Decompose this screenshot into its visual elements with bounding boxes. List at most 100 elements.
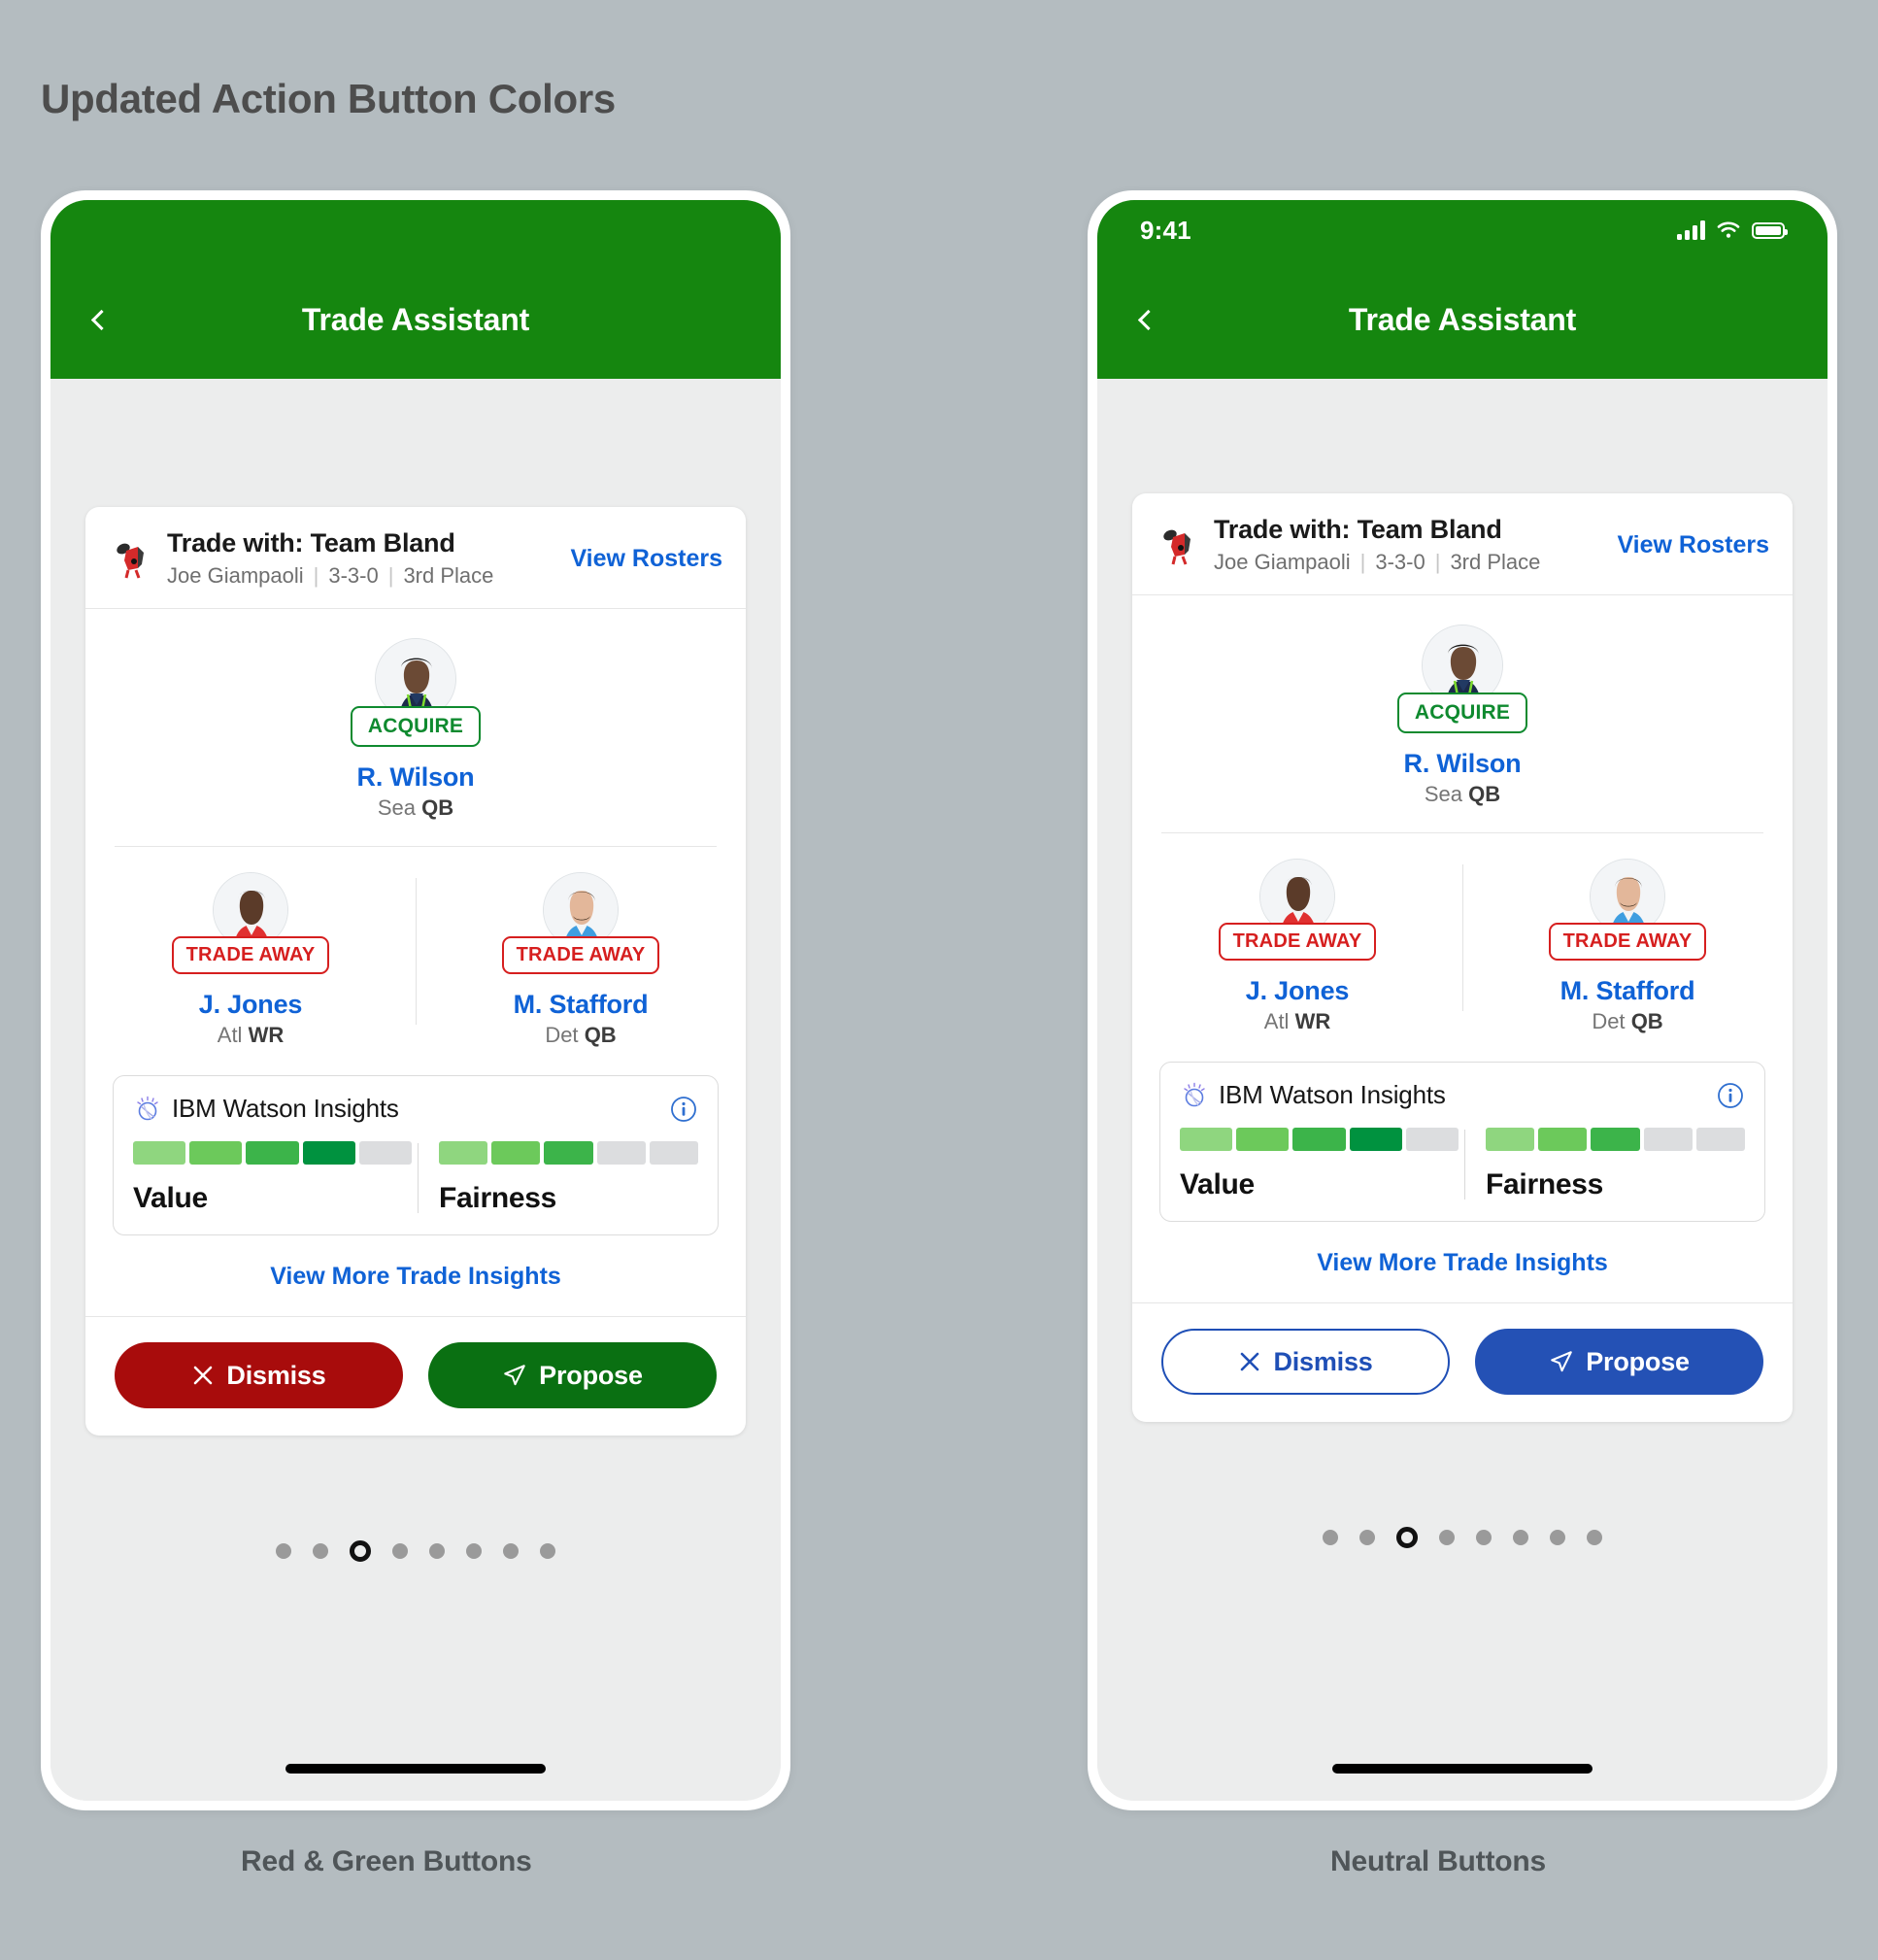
- status-icons: [1677, 220, 1788, 240]
- pagination-dot[interactable]: [540, 1543, 555, 1559]
- team-standing: 3rd Place: [1450, 550, 1541, 574]
- player-name[interactable]: M. Stafford: [1462, 976, 1793, 1006]
- watson-insights-panel: IBM Watson Insights Value Fairness: [1159, 1062, 1765, 1222]
- pagination-dot-active[interactable]: [1396, 1527, 1418, 1548]
- trade-away-player: TRADE AWAY M. Stafford Det QB: [416, 872, 746, 1048]
- pagination-dot[interactable]: [466, 1543, 482, 1559]
- meter-segment: [1349, 1128, 1402, 1151]
- player-name[interactable]: M. Stafford: [416, 990, 746, 1020]
- screen-content: Trade with: Team Bland Joe Giampaoli | 3…: [50, 379, 781, 1801]
- pagination-dot[interactable]: [392, 1543, 408, 1559]
- dismiss-button[interactable]: Dismiss: [1161, 1329, 1451, 1395]
- meter-value: Value: [1180, 1128, 1462, 1201]
- trade-away-player: TRADE AWAY J. Jones Atl WR: [1132, 859, 1462, 1034]
- player-team: Sea: [1424, 782, 1463, 806]
- meter-segment: [649, 1141, 699, 1165]
- meter-label: Fairness: [439, 1182, 556, 1214]
- phone-mockup-neutral: 9:41 Trade Assistant Trade with: Team Bl…: [1088, 190, 1837, 1810]
- meter-segment: [1538, 1128, 1588, 1151]
- status-time: 9:41: [1140, 215, 1191, 245]
- trade-card-header-text: Trade with: Team Bland Joe Giampaoli | 3…: [167, 528, 556, 589]
- separator: |: [1434, 550, 1441, 574]
- watson-meters: Value Fairness: [133, 1141, 699, 1215]
- propose-button[interactable]: Propose: [1475, 1329, 1763, 1395]
- screen-red-green: Trade Assistant Trade with: Team Bland J…: [50, 200, 781, 1801]
- team-standing: 3rd Place: [403, 563, 494, 588]
- signal-bars-icon: [1677, 220, 1705, 240]
- phone-mockup-red-green: Trade Assistant Trade with: Team Bland J…: [41, 190, 790, 1810]
- manager-name: Joe Giampaoli: [1214, 550, 1351, 574]
- trade-away-badge: TRADE AWAY: [1218, 923, 1377, 961]
- meter-segment: [596, 1141, 646, 1165]
- caption-left: Red & Green Buttons: [241, 1845, 532, 1877]
- chevron-left-icon: [90, 309, 112, 330]
- acquire-badge: ACQUIRE: [350, 706, 482, 747]
- trade-away-section: TRADE AWAY J. Jones Atl WR TRADE AWAY M.…: [85, 847, 746, 1067]
- pagination-dot[interactable]: [1587, 1530, 1602, 1545]
- trade-away-badge: TRADE AWAY: [1548, 923, 1707, 961]
- send-paperplane-icon: [1551, 1351, 1572, 1372]
- carousel-pagination[interactable]: [1097, 1527, 1828, 1548]
- view-more-insights-link[interactable]: View More Trade Insights: [1132, 1222, 1793, 1303]
- propose-label: Propose: [1586, 1346, 1690, 1376]
- dismiss-button[interactable]: Dismiss: [115, 1342, 403, 1408]
- back-button[interactable]: [1126, 298, 1169, 341]
- pagination-dot[interactable]: [429, 1543, 445, 1559]
- pagination-dot[interactable]: [1550, 1530, 1565, 1545]
- info-circle-icon[interactable]: [1716, 1081, 1745, 1110]
- propose-button[interactable]: Propose: [428, 1342, 717, 1408]
- home-indicator: [285, 1764, 546, 1774]
- pagination-dot[interactable]: [503, 1543, 519, 1559]
- view-more-insights-link[interactable]: View More Trade Insights: [85, 1235, 746, 1317]
- trade-title: Trade with: Team Bland: [167, 528, 455, 558]
- meter-value: Value: [133, 1141, 416, 1215]
- player-position: QB: [1630, 1009, 1663, 1033]
- manager-name: Joe Giampaoli: [167, 563, 304, 588]
- propose-label: Propose: [539, 1360, 643, 1390]
- player-team: Det: [545, 1023, 579, 1047]
- view-rosters-link[interactable]: View Rosters: [570, 545, 722, 573]
- meter-segment: [246, 1141, 299, 1165]
- watson-brand-label: IBM Watson Insights: [1219, 1080, 1446, 1109]
- watson-header: IBM Watson Insights: [133, 1094, 698, 1124]
- separator: |: [387, 563, 394, 588]
- meter-segment: [1643, 1128, 1693, 1151]
- watson-header: IBM Watson Insights: [1180, 1080, 1745, 1110]
- player-team-position: Sea QB: [1132, 782, 1793, 807]
- close-x-icon: [194, 1366, 213, 1385]
- meter-segment: [358, 1141, 413, 1165]
- pagination-dot[interactable]: [1513, 1530, 1528, 1545]
- battery-icon: [1752, 221, 1788, 239]
- player-team-position: Sea QB: [85, 795, 746, 821]
- player-team-position: Atl WR: [85, 1023, 416, 1048]
- pagination-dot[interactable]: [313, 1543, 328, 1559]
- back-button[interactable]: [80, 298, 122, 341]
- meter-segment: [1292, 1128, 1346, 1151]
- pagination-dot-active[interactable]: [350, 1540, 371, 1562]
- player-name[interactable]: R. Wilson: [1132, 749, 1793, 779]
- view-rosters-link[interactable]: View Rosters: [1617, 531, 1769, 559]
- pagination-dot[interactable]: [1439, 1530, 1455, 1545]
- player-name[interactable]: J. Jones: [85, 990, 416, 1020]
- pagination-dot[interactable]: [276, 1543, 291, 1559]
- separator: |: [1359, 550, 1366, 574]
- info-circle-icon[interactable]: [669, 1095, 698, 1124]
- pagination-dot[interactable]: [1359, 1530, 1375, 1545]
- trade-away-player: TRADE AWAY J. Jones Atl WR: [85, 872, 416, 1048]
- team-record: 3-3-0: [328, 563, 379, 588]
- separator: |: [313, 563, 319, 588]
- action-buttons: Dismiss Propose: [1132, 1303, 1793, 1422]
- meter-segment: [1486, 1128, 1535, 1151]
- trade-subtitle: Joe Giampaoli | 3-3-0 | 3rd Place: [1214, 550, 1603, 575]
- carousel-pagination[interactable]: [50, 1540, 781, 1562]
- player-name[interactable]: J. Jones: [1132, 976, 1462, 1006]
- nav-bar: Trade Assistant: [50, 260, 781, 379]
- pagination-dot[interactable]: [1323, 1530, 1338, 1545]
- acquire-badge: ACQUIRE: [1396, 693, 1528, 733]
- player-name[interactable]: R. Wilson: [85, 762, 746, 793]
- meter-segment: [491, 1141, 541, 1165]
- pagination-dot[interactable]: [1476, 1530, 1492, 1545]
- screen-content: Trade with: Team Bland Joe Giampaoli | 3…: [1097, 379, 1828, 1801]
- player-team-position: Atl WR: [1132, 1009, 1462, 1034]
- watson-logo-icon: [137, 1096, 158, 1120]
